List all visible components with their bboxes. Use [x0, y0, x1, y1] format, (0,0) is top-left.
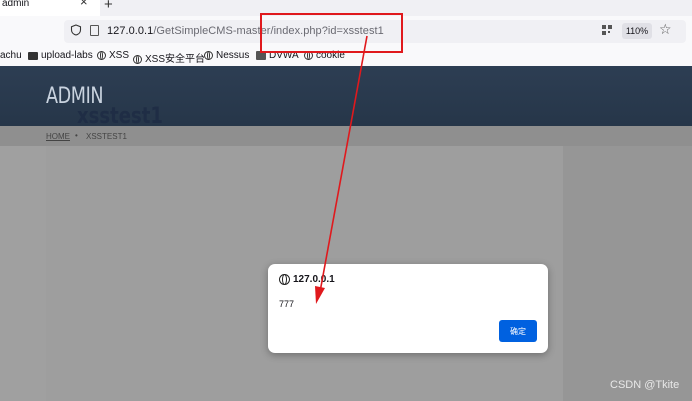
- watermark: CSDN @Tkite: [610, 379, 680, 391]
- annotation-arrow: [315, 35, 368, 304]
